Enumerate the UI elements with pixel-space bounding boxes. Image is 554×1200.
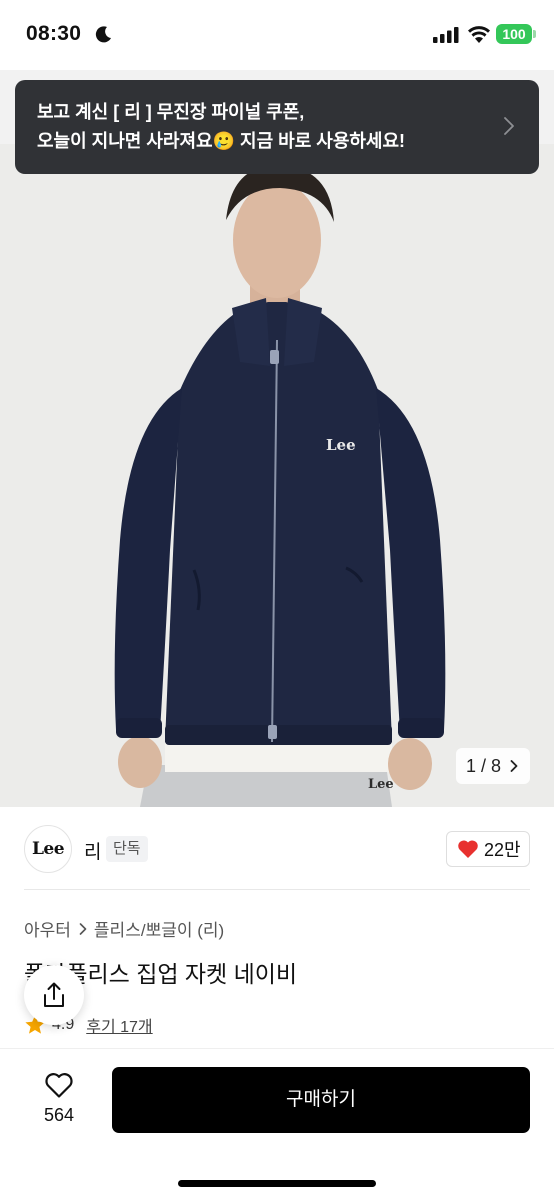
breadcrumb-item-outer[interactable]: 아우터 <box>24 916 71 941</box>
gallery-page-counter[interactable]: 1 / 8 <box>456 748 530 784</box>
chest-logo: Lee <box>326 436 356 454</box>
gallery-counter-text: 1 / 8 <box>466 756 502 776</box>
buy-button[interactable]: 구매하기 <box>112 1067 530 1133</box>
jacket-body <box>165 302 392 742</box>
toast-line-1: 보고 계신 [ 리 ] 무진장 파이널 쿠폰, <box>37 102 305 122</box>
brand-logo[interactable]: Lee <box>24 825 72 873</box>
divider <box>24 889 530 890</box>
exclusive-badge: 단독 <box>106 836 148 862</box>
coupon-toast[interactable]: 보고 계신 [ 리 ] 무진장 파이널 쿠폰, 오늘이 지나면 사라져요🥲 지금… <box>15 80 539 174</box>
review-link[interactable]: 후기 17개 <box>86 1013 152 1037</box>
chevron-right-icon <box>510 760 518 772</box>
chevron-right-icon <box>79 922 87 935</box>
home-indicator <box>178 1180 376 1187</box>
bottom-action-bar: 564 구매하기 <box>0 1048 554 1200</box>
brand-row: Lee 리 단독 22만 <box>0 807 554 891</box>
brand-like-count: 22만 <box>484 840 521 860</box>
wishlist-count: 564 <box>43 1105 75 1125</box>
share-button[interactable] <box>24 965 84 1025</box>
heart-icon <box>458 840 478 858</box>
wifi-icon <box>468 26 490 43</box>
signal-icon <box>433 27 459 43</box>
wishlist-button[interactable]: 564 <box>30 1071 88 1129</box>
status-time: 08:30 <box>26 22 82 45</box>
pants-logo: Lee <box>368 777 394 792</box>
heart-outline-icon <box>45 1073 73 1098</box>
battery-icon: 100 <box>496 24 532 44</box>
status-bar: 08:30 100 <box>0 0 554 70</box>
moon-icon <box>95 26 111 43</box>
breadcrumb: 아우터 플리스/뽀글이 (리) <box>24 916 224 941</box>
model-right-hand <box>388 738 432 790</box>
brand-name[interactable]: 리 <box>84 837 101 864</box>
product-image-gallery[interactable]: Lee Lee 1 / 8 <box>0 70 554 807</box>
battery-tip <box>533 30 536 38</box>
model-left-hand <box>118 736 162 788</box>
brand-like-button[interactable]: 22만 <box>446 831 530 867</box>
share-icon <box>44 982 64 1007</box>
model-face <box>233 182 321 298</box>
breadcrumb-item-fleece[interactable]: 플리스/뽀글이 (리) <box>94 916 224 941</box>
chevron-right-icon <box>504 117 514 135</box>
toast-line-2: 오늘이 지나면 사라져요🥲 지금 바로 사용하세요! <box>37 131 406 151</box>
product-photo: Lee Lee <box>114 165 446 807</box>
